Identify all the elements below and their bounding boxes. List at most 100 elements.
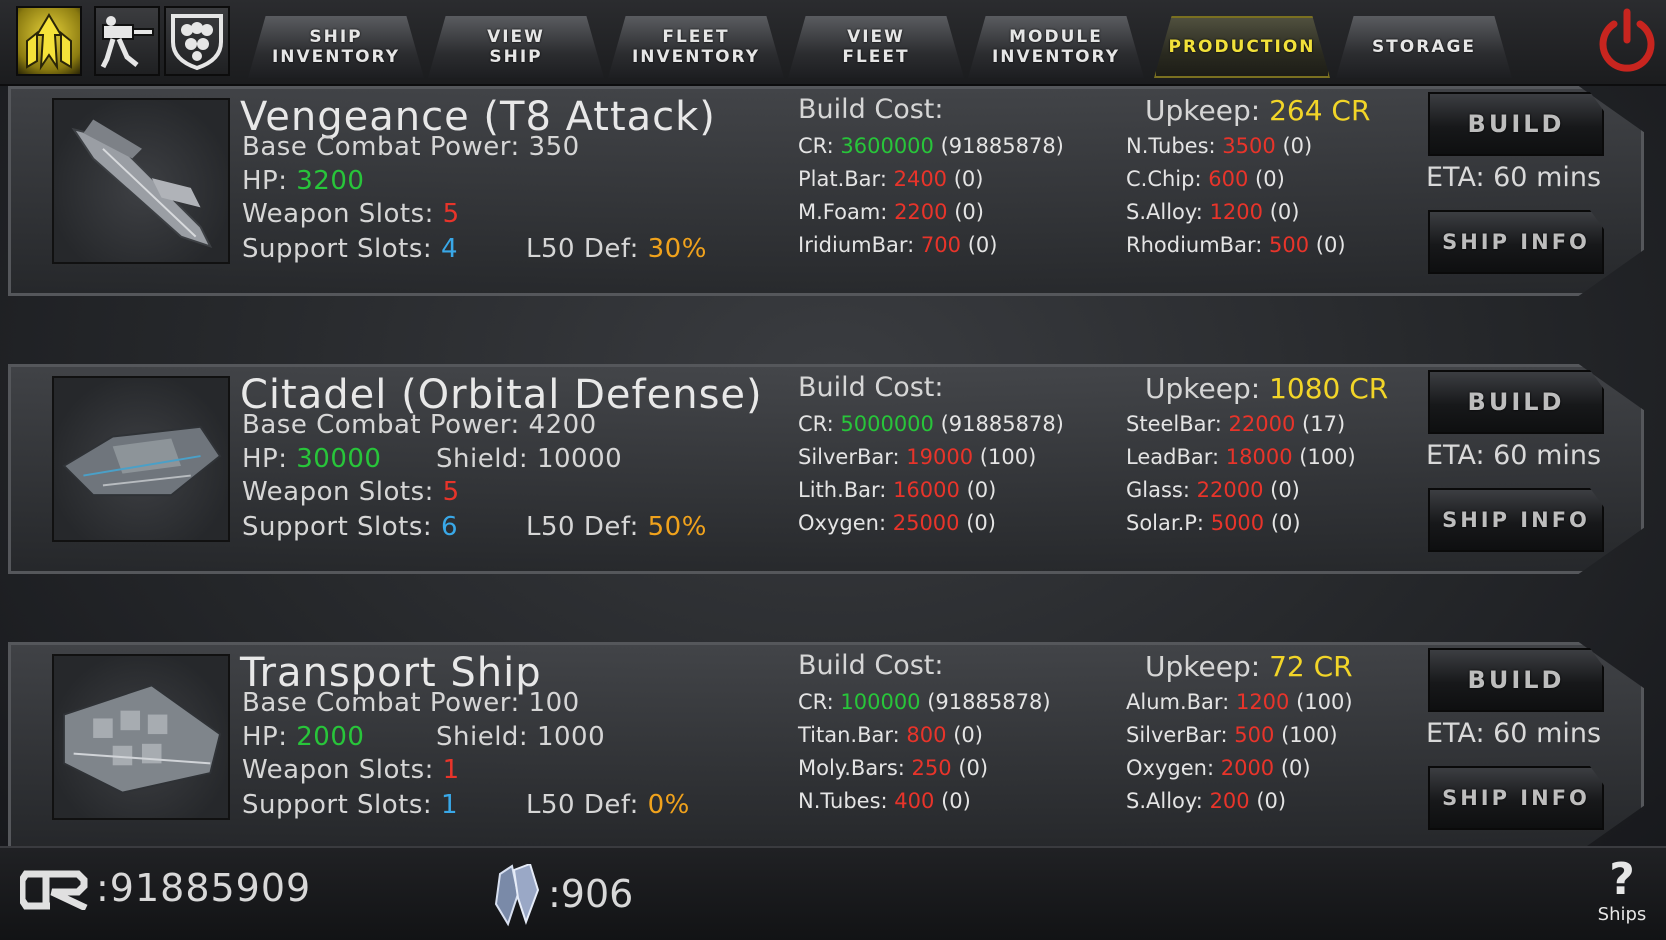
- resource-alum-bar: Alum.Bar: 1200 (100): [1126, 690, 1353, 714]
- resource-moly-bars: Moly.Bars: 250 (0): [798, 756, 988, 780]
- resource-s-alloy: S.Alloy: 200 (0): [1126, 789, 1286, 813]
- l50-def-stat: L50 Def: 0%: [526, 790, 690, 820]
- resource-silver-bar: SilverBar: 19000 (100): [798, 445, 1036, 469]
- ship-thumbnail[interactable]: [52, 654, 230, 820]
- resource-name: Glass:: [1126, 478, 1190, 502]
- shield-stat: Shield: 10000: [436, 444, 622, 474]
- tab-production[interactable]: PRODUCTION: [1154, 16, 1330, 78]
- resource-amount: 5000: [1210, 511, 1265, 535]
- tab-view-fleet[interactable]: VIEW FLEET: [788, 16, 964, 78]
- power-icon[interactable]: [1592, 6, 1662, 76]
- fleet-shield-icon[interactable]: [164, 6, 230, 76]
- resource-amount: 16000: [893, 478, 960, 502]
- resource-c-chip: C.Chip: 600 (0): [1126, 167, 1285, 191]
- stat-value: 50%: [647, 512, 707, 542]
- resource-amount: 2000: [1220, 756, 1275, 780]
- resource-solar-p: Solar.P: 5000 (0): [1126, 511, 1301, 535]
- resource-name: RhodiumBar:: [1126, 233, 1263, 257]
- help-ships-button[interactable]: ? Ships: [1592, 856, 1652, 936]
- resource-name: CR:: [798, 412, 834, 436]
- tab-label: SHIP INVENTORY: [271, 27, 401, 67]
- tab-label: PRODUCTION: [1168, 37, 1316, 57]
- resource-plat-bar: Plat.Bar: 2400 (0): [798, 167, 983, 191]
- stat-label: L50 Def:: [526, 234, 639, 264]
- upkeep-value: 264 CR: [1269, 94, 1371, 127]
- ship-info-button[interactable]: SHIP INFO: [1428, 766, 1604, 830]
- tab-storage[interactable]: STORAGE: [1336, 16, 1512, 78]
- resource-silver-bar: SilverBar: 500 (100): [1126, 723, 1338, 747]
- stat-value: 350: [528, 132, 580, 162]
- stat-label: L50 Def:: [526, 512, 639, 542]
- support-slots-stat: Support Slots: 1: [242, 790, 458, 820]
- stat-label: Base Combat Power:: [242, 410, 520, 440]
- upkeep-label: Upkeep:: [1145, 94, 1261, 127]
- stat-label: L50 Def:: [526, 790, 639, 820]
- resource-owned: (0): [1282, 134, 1313, 158]
- tab-label: MODULE INVENTORY: [991, 27, 1121, 67]
- resource-name: Lith.Bar:: [798, 478, 887, 502]
- resource-name: LeadBar:: [1126, 445, 1220, 469]
- stat-label: Weapon Slots:: [242, 477, 434, 507]
- turret-icon[interactable]: [94, 6, 160, 76]
- command-icon[interactable]: [16, 6, 82, 76]
- resource-name: Titan.Bar:: [798, 723, 900, 747]
- tab-module-inventory[interactable]: MODULE INVENTORY: [968, 16, 1144, 78]
- resource-owned: (100): [1281, 723, 1338, 747]
- resource-name: Plat.Bar:: [798, 167, 887, 191]
- resource-amount: 400: [894, 789, 935, 813]
- resource-owned: (100): [1299, 445, 1356, 469]
- stat-value: 5: [442, 199, 460, 229]
- cr-logo-icon: [18, 870, 92, 912]
- resource-name: C.Chip:: [1126, 167, 1202, 191]
- resource-name: Oxygen:: [1126, 756, 1215, 780]
- resource-amount: 22000: [1228, 412, 1296, 436]
- ship-thumbnail[interactable]: [52, 98, 230, 264]
- eta-text: ETA: 60 mins: [1426, 718, 1602, 749]
- resource-name: CR:: [798, 690, 834, 714]
- resource-owned: (0): [941, 789, 971, 813]
- stat-label: HP:: [242, 444, 288, 474]
- build-button[interactable]: BUILD: [1428, 92, 1604, 156]
- build-cost-label: Build Cost:: [798, 372, 944, 403]
- resource-amount: 250: [911, 756, 952, 780]
- tab-label: STORAGE: [1371, 37, 1477, 57]
- eta-text: ETA: 60 mins: [1426, 440, 1602, 471]
- resource-amount: 200: [1209, 789, 1250, 813]
- resource-owned: (100): [979, 445, 1037, 469]
- transport-ship-icon: [62, 684, 222, 794]
- resource-name: Solar.P:: [1126, 511, 1205, 535]
- resource-owned: (0): [953, 723, 983, 747]
- ship-info-button[interactable]: SHIP INFO: [1428, 488, 1604, 552]
- l50-def-stat: L50 Def: 50%: [526, 512, 707, 542]
- tab-ship-inventory[interactable]: SHIP INVENTORY: [248, 16, 424, 78]
- ship-info-button[interactable]: SHIP INFO: [1428, 210, 1604, 274]
- crystal-icon: [490, 862, 544, 928]
- ship-thumbnail[interactable]: [52, 376, 230, 542]
- stat-value: 30000: [296, 444, 382, 474]
- base-combat-power: Base Combat Power: 4200: [242, 410, 597, 440]
- tab-fleet-inventory[interactable]: FLEET INVENTORY: [608, 16, 784, 78]
- stat-value: 5: [442, 477, 460, 507]
- build-button[interactable]: BUILD: [1428, 370, 1604, 434]
- resource-owned: (0): [967, 233, 998, 257]
- resource-owned: (91885878): [940, 412, 1064, 436]
- base-combat-power: Base Combat Power: 350: [242, 132, 580, 162]
- stat-label: Base Combat Power:: [242, 132, 520, 162]
- stat-value: 4: [440, 234, 458, 264]
- resource-owned: (0): [1270, 478, 1300, 502]
- stat-value: 2000: [296, 722, 365, 752]
- stat-label: HP:: [242, 722, 288, 752]
- resource-owned: (17): [1302, 412, 1346, 436]
- resource-amount: 2200: [894, 200, 948, 224]
- stat-label: HP:: [242, 166, 288, 196]
- tab-view-ship[interactable]: VIEW SHIP: [428, 16, 604, 78]
- resource-cr: CR: 100000 (91885878): [798, 690, 1051, 714]
- resource-owned: (0): [1256, 789, 1287, 813]
- build-button[interactable]: BUILD: [1428, 648, 1604, 712]
- resource-name: Oxygen:: [798, 511, 887, 535]
- resource-name: N.Tubes:: [798, 789, 888, 813]
- resource-amount: 3600000: [840, 134, 934, 158]
- resource-amount: 19000: [906, 445, 974, 469]
- resource-owned: (0): [958, 756, 989, 780]
- resource-m-foam: M.Foam: 2200 (0): [798, 200, 984, 224]
